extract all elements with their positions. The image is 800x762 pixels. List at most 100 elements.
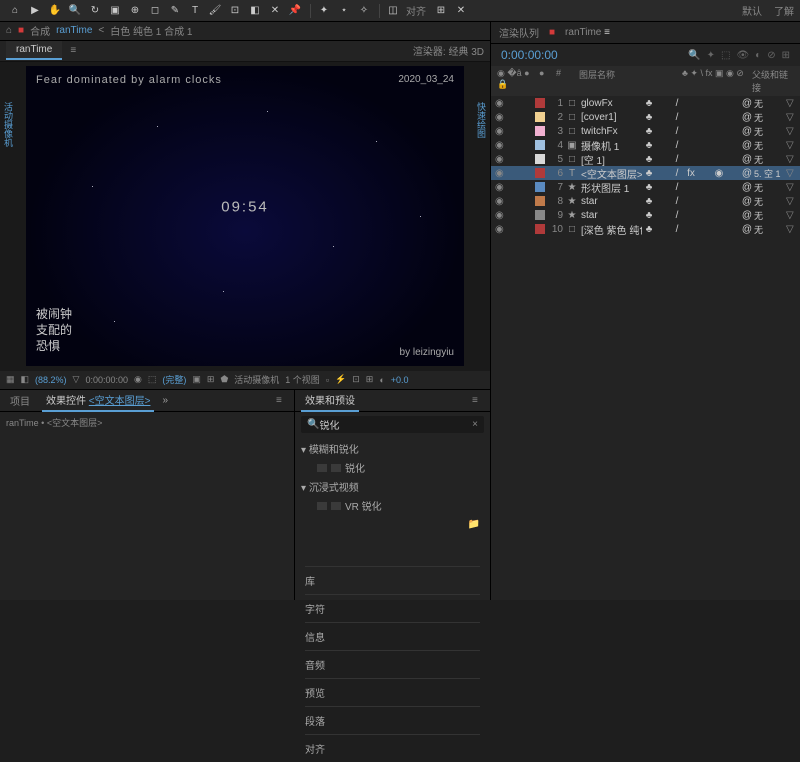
collapsed-panel-段落[interactable]: 段落 xyxy=(305,706,480,734)
visibility-toggle-icon[interactable]: ◉ xyxy=(495,182,507,193)
pan-behind-tool-icon[interactable]: ⊕ xyxy=(126,2,144,20)
parent-dropdown[interactable]: 无 xyxy=(754,97,786,110)
visibility-toggle-icon[interactable]: ◉ xyxy=(495,168,507,179)
quality-switch[interactable]: / xyxy=(670,196,684,207)
layer-name[interactable]: star xyxy=(581,210,642,221)
roto-tool-icon[interactable]: ✕ xyxy=(266,2,284,20)
shape-tool-icon[interactable]: ◻ xyxy=(146,2,164,20)
label-swatch[interactable] xyxy=(535,168,545,178)
local-axis-icon[interactable]: ✦ xyxy=(315,2,333,20)
layer-name[interactable]: [深色 紫色 纯色 1] xyxy=(581,222,642,237)
collapsed-panel-库[interactable]: 库 xyxy=(305,566,480,594)
viewer-tab[interactable]: ranTime xyxy=(6,41,62,60)
parent-pickwhip-icon[interactable]: @ xyxy=(740,210,754,221)
text-tool-icon[interactable]: T xyxy=(186,2,204,20)
draft3d-icon[interactable]: ⬚ xyxy=(721,50,730,61)
quality-switch[interactable]: / xyxy=(670,182,684,193)
layer-name[interactable]: star xyxy=(581,196,642,207)
grid-icon[interactable]: ▦ xyxy=(6,374,15,385)
fx-item[interactable]: 锐化 xyxy=(301,458,484,477)
fx-group[interactable]: ▾ 模糊和锐化 xyxy=(301,439,484,458)
shy-icon[interactable]: 👁 xyxy=(736,50,749,61)
selection-tool-icon[interactable]: ▶ xyxy=(26,2,44,20)
parent-dropdown[interactable]: 无 xyxy=(754,209,786,222)
label-swatch[interactable] xyxy=(535,154,545,164)
graph-editor-icon[interactable]: ⊞ xyxy=(782,50,790,61)
collapsed-panel-字符[interactable]: 字符 xyxy=(305,594,480,622)
shy-switch[interactable]: ♣ xyxy=(642,210,656,221)
layer-row[interactable]: ◉6T<空文本图层>♣/fx◉@5. 空 1▽ xyxy=(491,166,800,180)
crumb-home-icon[interactable]: ⌂ xyxy=(6,25,12,36)
layer-row[interactable]: ◉2□[cover1]♣/@无▽ xyxy=(491,110,800,124)
quality-switch[interactable]: / xyxy=(670,224,684,235)
visibility-toggle-icon[interactable]: ◉ xyxy=(495,196,507,207)
visibility-toggle-icon[interactable]: ◉ xyxy=(495,126,507,137)
shy-switch[interactable]: ♣ xyxy=(642,168,656,179)
parent-pickwhip-icon[interactable]: @ xyxy=(740,98,754,109)
parent-pickwhip-icon[interactable]: @ xyxy=(740,112,754,123)
pen-tool-icon[interactable]: ✎ xyxy=(166,2,184,20)
crumb-compname[interactable]: ranTime xyxy=(56,25,92,36)
layer-row[interactable]: ◉1□glowFx♣/@无▽ xyxy=(491,96,800,110)
tab-comp-timeline[interactable]: ranTime ≡ xyxy=(565,27,610,38)
layer-row[interactable]: ◉8★star♣/@无▽ xyxy=(491,194,800,208)
layer-name[interactable]: <空文本图层> xyxy=(581,166,642,181)
visibility-toggle-icon[interactable]: ◉ xyxy=(495,140,507,151)
visibility-toggle-icon[interactable]: ◉ xyxy=(495,112,507,123)
label-swatch[interactable] xyxy=(535,224,545,234)
half-res-icon[interactable]: ▽ xyxy=(73,374,80,385)
hand-tool-icon[interactable]: ✋ xyxy=(46,2,64,20)
collapsed-panel-预览[interactable]: 预览 xyxy=(305,678,480,706)
layer-row[interactable]: ◉9★star♣/@无▽ xyxy=(491,208,800,222)
renderer-value[interactable]: 经典 3D xyxy=(448,47,484,58)
crumb-path[interactable]: 白色 纯色 1 合成 1 xyxy=(110,23,192,38)
layer-name[interactable]: [cover1] xyxy=(581,112,642,123)
transparency-icon[interactable]: ⊞ xyxy=(207,374,215,385)
quality-switch[interactable]: / xyxy=(670,154,684,165)
view-layout[interactable]: 1 个视图 xyxy=(285,373,320,386)
tab-effect-controls[interactable]: 效果控件 <空文本图层> xyxy=(42,389,154,412)
layer-name[interactable]: twitchFx xyxy=(581,126,642,137)
panel-menu-icon[interactable]: ≡ xyxy=(276,395,288,406)
label-swatch[interactable] xyxy=(535,112,545,122)
quality-switch[interactable]: / xyxy=(670,168,684,179)
parent-pickwhip-icon[interactable]: @ xyxy=(740,154,754,165)
parent-pickwhip-icon[interactable]: @ xyxy=(740,140,754,151)
mask-icon[interactable]: ◧ xyxy=(21,374,30,385)
parent-dropdown[interactable]: 无 xyxy=(754,153,786,166)
visibility-toggle-icon[interactable]: ◉ xyxy=(495,154,507,165)
parent-pickwhip-icon[interactable]: @ xyxy=(740,182,754,193)
layer-name[interactable]: 摄像机 1 xyxy=(581,138,642,153)
label-swatch[interactable] xyxy=(535,196,545,206)
fast-preview-icon[interactable]: ⚡ xyxy=(335,374,346,385)
layer-name[interactable]: 形状图层 1 xyxy=(581,180,642,195)
label-swatch[interactable] xyxy=(535,98,545,108)
search-input[interactable] xyxy=(319,419,472,430)
current-timecode[interactable]: 0:00:00:00 xyxy=(501,48,558,62)
timecode-display[interactable]: 0:00:00:00 xyxy=(85,375,128,385)
comp-mini-flowchart-icon[interactable]: ✦ xyxy=(707,50,715,61)
world-axis-icon[interactable]: ⋆ xyxy=(335,2,353,20)
fx-group[interactable]: ▾ 沉浸式视频 xyxy=(301,477,484,496)
frame-blend-icon[interactable]: ◐ xyxy=(755,50,761,61)
parent-dropdown[interactable]: 无 xyxy=(754,111,786,124)
comp-flowchart-icon[interactable]: ⊞ xyxy=(366,374,374,385)
parent-pickwhip-icon[interactable]: @ xyxy=(740,168,754,179)
fx-switch[interactable]: fx xyxy=(684,168,698,179)
eraser-tool-icon[interactable]: ◧ xyxy=(246,2,264,20)
quality-switch[interactable]: / xyxy=(670,112,684,123)
roi-icon[interactable]: ▣ xyxy=(192,374,201,385)
zoom-value[interactable]: (88.2%) xyxy=(35,375,67,385)
exposure-value[interactable]: +0.0 xyxy=(391,375,409,385)
layer-row[interactable]: ◉4▣摄像机 1♣/@无▽ xyxy=(491,138,800,152)
resolution-value[interactable]: (完整) xyxy=(162,373,186,386)
layer-row[interactable]: ◉10□[深色 紫色 纯色 1]♣/@无▽ xyxy=(491,222,800,236)
zoom-tool-icon[interactable]: 🔍 xyxy=(66,2,84,20)
clear-search-icon[interactable]: × xyxy=(472,419,478,430)
search-layer-icon[interactable]: 🔍 xyxy=(688,50,700,61)
shy-switch[interactable]: ♣ xyxy=(642,126,656,137)
puppet-tool-icon[interactable]: 📌 xyxy=(286,2,304,20)
layer-row[interactable]: ◉7★形状图层 1♣/@无▽ xyxy=(491,180,800,194)
pixel-aspect-icon[interactable]: ▫ xyxy=(326,375,329,385)
visibility-toggle-icon[interactable]: ◉ xyxy=(495,224,507,235)
